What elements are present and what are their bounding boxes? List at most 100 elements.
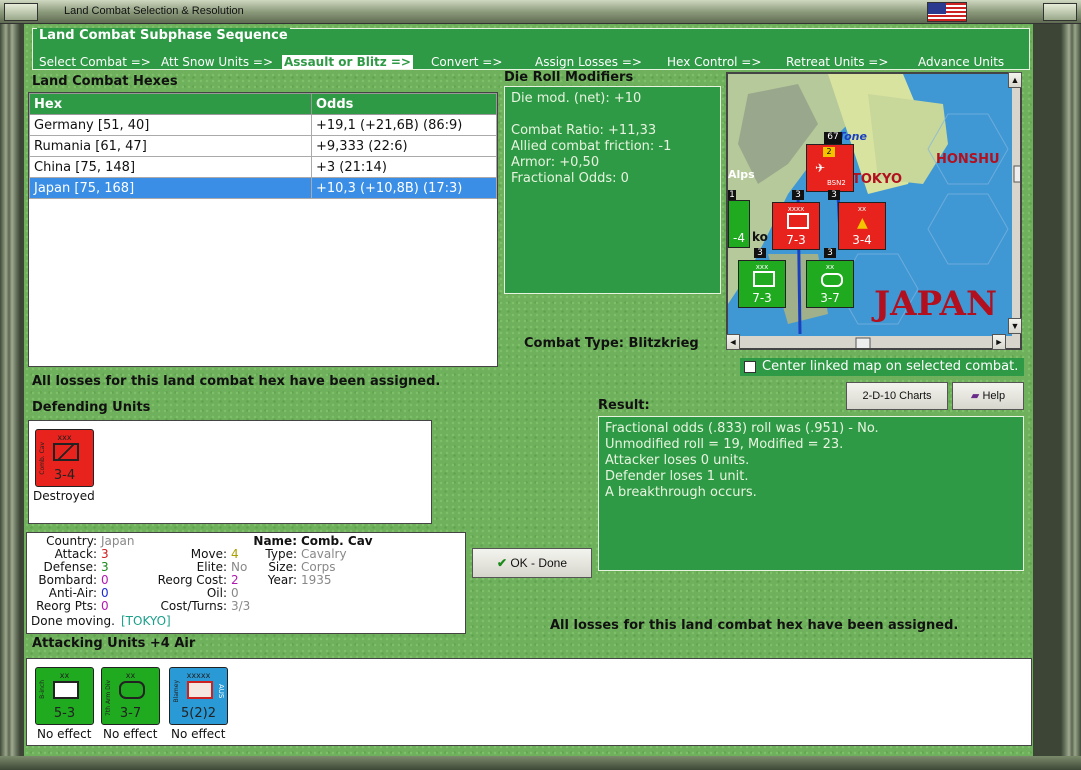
result-line: Fractional odds (.833) roll was (.951) -… [605,421,879,436]
map-unit[interactable]: -4 [728,200,750,248]
attacking-unit[interactable]: xx B-inch 5-3 [35,667,94,725]
map-label-tone: Tone [838,130,867,143]
map-unit[interactable]: xxx 7-3 [738,260,786,308]
costturns-value: 3/3 [231,599,251,613]
result-line: A breakthrough occurs. [605,485,757,500]
modifier-line: Combat Ratio: +11,33 [511,123,657,138]
unit-strength: 5-3 [53,706,76,721]
unit-strength: 3-7 [820,291,840,305]
costturns-label: Cost/Turns: [160,599,227,613]
column-odds[interactable]: Odds [311,93,497,115]
hexes-label: Land Combat Hexes [32,74,178,89]
hexes-list[interactable]: Hex Odds Germany [51, 40] +19,1 (+21,6B)… [28,92,498,367]
hex-cell: Japan [75, 168] [29,177,312,199]
table-row[interactable]: China [75, 148] +3 (21:14) [29,156,497,178]
unit-result: No effect [171,727,226,741]
result-box: Fractional odds (.833) roll was (.951) -… [598,416,1024,571]
ok-done-button[interactable]: ✔ OK - Done [472,548,592,578]
window-title: Land Combat Selection & Resolution [64,5,244,17]
help-label: Help [982,390,1006,402]
map-unit[interactable]: xx ▲ 3-4 [838,202,886,250]
center-map-label: Center linked map on selected combat. [762,359,1019,374]
combat-type-value: Blitzkrieg [628,336,699,351]
step-select-combat: Select Combat => [39,55,151,69]
attacking-units-box: xx B-inch 5-3 No effect xx 7th Arm Div 3… [26,658,1032,746]
table-row[interactable]: Germany [51, 40] +19,1 (+21,6B) (86:9) [29,114,497,136]
step-retreat-units: Retreat Units => [786,55,889,69]
map-unit-air[interactable]: 2 ✈ BSN2 [806,144,854,192]
stack-count: 3 [754,248,766,258]
unit-name: Blamey [173,680,180,703]
table-row-selected[interactable]: Japan [75, 168] +10,3 (+10,8B) (17:3) [29,177,497,199]
center-map-checkbox[interactable] [744,361,756,373]
help-button[interactable]: ▰ Help [952,382,1024,410]
armor-icon [119,681,145,699]
unit-result: No effect [37,727,92,741]
map-label-alps: Alps [728,168,755,181]
attacking-unit[interactable]: xx 7th Arm Div 3-7 [101,667,160,725]
unit-strength: 3-4 [852,233,872,247]
hex-cell: Germany [51, 40] [29,114,312,136]
modifier-line: Allied combat friction: -1 [511,139,672,154]
unit-size: xx [59,671,70,680]
stack-count: 3 [828,190,840,200]
unit-result: No effect [103,727,158,741]
system-menu-button[interactable] [4,3,38,21]
modifier-line: Armor: +0,50 [511,155,600,170]
map-unit[interactable]: xx 3-7 [806,260,854,308]
unit-strength: 3-4 [53,468,76,483]
unit-size: xx [825,263,835,271]
map-label-ko: ko [752,230,768,244]
attacking-unit[interactable]: xxxxx Blamey 5(2)2 AUS [169,667,228,725]
plane-icon: ✈ [815,161,826,175]
result-line: Defender loses 1 unit. [605,469,749,484]
charts-button[interactable]: 2-D-10 Charts [846,382,948,410]
sequence-title: Land Combat Subphase Sequence [37,28,290,43]
ok-done-label: OK - Done [510,556,568,570]
year-value: 1935 [301,573,332,587]
map-scroll-right-button[interactable]: ► [992,334,1006,350]
map-scroll-up-button[interactable]: ▲ [1008,72,1022,88]
map-scroll-left-button[interactable]: ◄ [726,334,740,350]
reorgpts-value: 0 [101,599,109,613]
defending-label: Defending Units [32,400,151,415]
step-convert: Convert => [431,55,503,69]
step-hex-control: Hex Control => [667,55,762,69]
reorgpts-label: Reorg Pts: [36,599,97,613]
table-row[interactable]: Rumania [61, 47] +9,333 (22:6) [29,135,497,157]
center-map-option[interactable]: Center linked map on selected combat. [740,358,1024,376]
modifiers-box: Die mod. (net): +10 Combat Ratio: +11,33… [504,86,721,294]
defending-unit[interactable]: xxx Comb. Cav 3-4 [35,429,94,487]
unit-strength: -4 [733,231,745,245]
armor-icon [821,273,843,287]
odds-cell: +9,333 (22:6) [311,135,497,157]
title-bar: Land Combat Selection & Resolution [0,0,1081,24]
headquarters-icon [187,681,213,699]
hex-cell: Rumania [61, 47] [29,135,312,157]
unit-size: xx [125,671,136,680]
odds-cell: +10,3 (+10,8B) (17:3) [311,177,497,199]
unit-strength: 7-3 [786,233,806,247]
step-assign-losses: Assign Losses => [535,55,642,69]
attacking-label: Attacking Units +4 Air [32,636,196,651]
result-label: Result: [598,398,650,413]
window-bottom-frame [0,756,1081,770]
unit-name: B-inch [39,680,46,699]
linked-map[interactable]: HONSHU JAPAN TOKYO Tone Alps ko 67 2 ✈ B… [726,72,1022,350]
modifier-line: Die mod. (net): +10 [511,91,642,106]
result-line: Unmodified roll = 19, Modified = 23. [605,437,844,452]
unit-info-panel: Country: Japan Attack: 3 Defense: 3 Bomb… [26,532,466,634]
fire-icon: ▲ [857,215,868,231]
main-panel: Land Combat Subphase Sequence Select Com… [24,24,1033,758]
infantry-icon [753,271,775,287]
map-scroll-down-button[interactable]: ▼ [1008,318,1022,334]
modifier-spacer [511,107,714,123]
map-unit[interactable]: xxxx 7-3 [772,202,820,250]
us-flag-icon [927,2,967,22]
combat-type: Combat Type: Blitzkrieg [524,336,699,351]
book-icon: ▰ [970,390,980,402]
map-label-japan: JAPAN [874,284,998,324]
step-assault-or-blitz: Assault or Blitz => [282,55,413,69]
column-hex[interactable]: Hex [29,93,312,115]
close-window-button[interactable] [1043,3,1077,21]
